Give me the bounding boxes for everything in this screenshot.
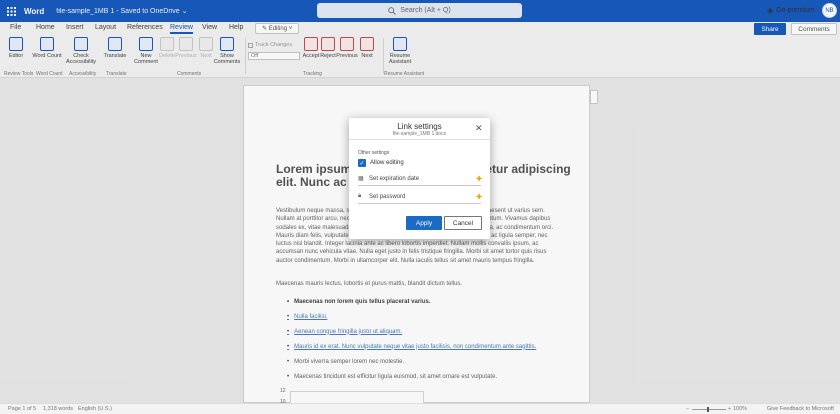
other-settings-label: Other settings: [358, 150, 390, 156]
lock-icon: 🔒︎: [358, 193, 362, 199]
status-bar: Page 1 of 5 1,318 words English (U.S.) −…: [0, 403, 840, 414]
dialog-subtitle: file-sample_1MB 1.docx: [392, 131, 447, 137]
feedback-link[interactable]: Give Feedback to Microsoft: [767, 406, 834, 412]
cancel-label: Cancel: [452, 219, 474, 227]
apply-button[interactable]: Apply: [406, 216, 442, 230]
allow-editing-label: Allow editing: [370, 160, 404, 166]
set-expiration-label: Set expiration date: [369, 175, 420, 182]
zoom-in-icon[interactable]: +: [728, 406, 731, 412]
set-expiration-date-row[interactable]: ▦ Set expiration date ✚: [358, 175, 482, 186]
add-password-icon[interactable]: ✚: [476, 193, 482, 201]
page-count: Page 1 of 5: [8, 406, 37, 412]
allow-editing-checkbox[interactable]: ✓: [358, 159, 366, 167]
word-count[interactable]: 1,318 words: [43, 406, 73, 412]
language-indicator[interactable]: English (U.S.): [78, 406, 112, 412]
set-password-label: Set password: [369, 193, 406, 200]
apply-label: Apply: [415, 219, 433, 227]
add-expiration-icon[interactable]: ✚: [476, 175, 482, 183]
dialog-title: Link settings: [397, 122, 442, 131]
dialog-divider: [349, 139, 490, 140]
cancel-button[interactable]: Cancel: [444, 216, 482, 230]
zoom-slider[interactable]: [692, 407, 726, 412]
zoom-out-icon[interactable]: −: [686, 406, 689, 412]
close-icon[interactable]: ✕: [475, 123, 483, 134]
calendar-icon: ▦: [358, 176, 364, 182]
set-password-row[interactable]: 🔒︎ Set password ✚: [358, 193, 482, 204]
link-settings-dialog: Link settings file-sample_1MB 1.docx ✕ O…: [349, 118, 490, 239]
allow-editing-option[interactable]: ✓ Allow editing: [358, 159, 404, 167]
zoom-level[interactable]: 100%: [733, 406, 747, 412]
